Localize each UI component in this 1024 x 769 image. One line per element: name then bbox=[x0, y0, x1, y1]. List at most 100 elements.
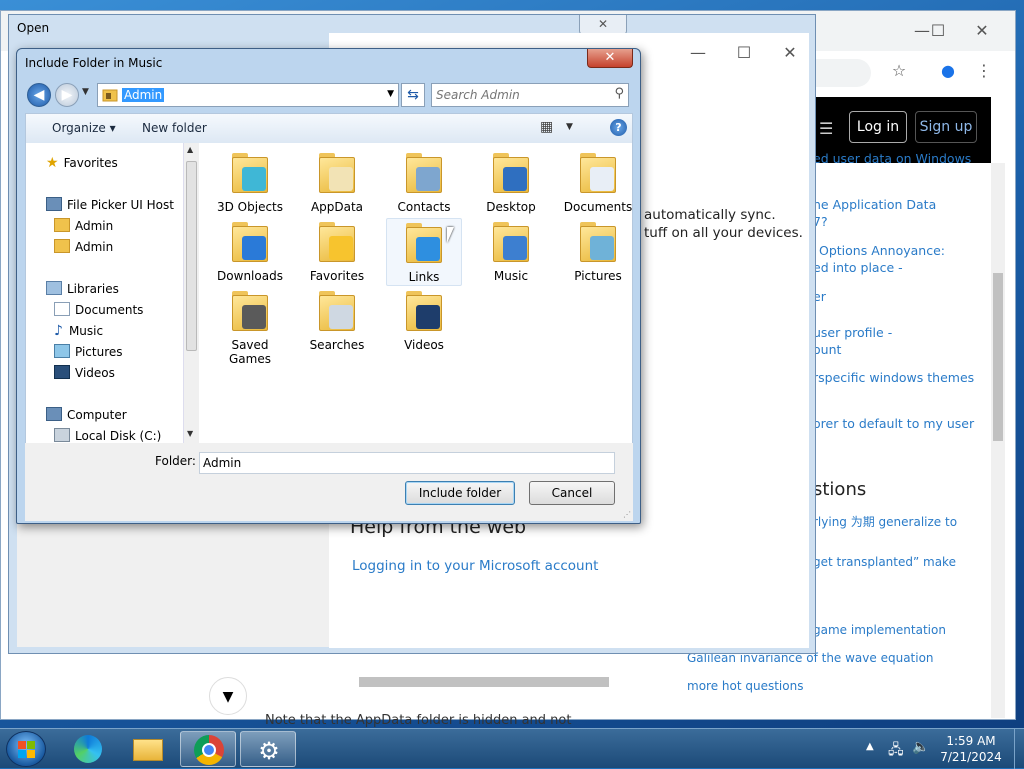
organize-button[interactable]: Organize ▾ bbox=[52, 121, 116, 135]
browser-close-button[interactable]: ✕ bbox=[965, 19, 999, 43]
maximize-icon[interactable]: ☐ bbox=[729, 43, 759, 62]
dialog-title: Include Folder in Music bbox=[25, 56, 163, 70]
signup-button[interactable]: Sign up bbox=[915, 111, 977, 143]
nav-item-libraries[interactable]: Libraries bbox=[46, 281, 119, 296]
address-path-field[interactable]: Admin ▼ bbox=[97, 83, 399, 107]
nav-item-admin[interactable]: Admin bbox=[54, 218, 113, 233]
folder-emblem bbox=[242, 305, 266, 329]
start-icon[interactable] bbox=[6, 731, 46, 767]
side-link[interactable]: user profile - bbox=[813, 325, 892, 340]
computer-icon bbox=[46, 407, 62, 421]
folder-item[interactable]: Desktop bbox=[473, 149, 549, 217]
bookmark-star-icon[interactable]: ☆ bbox=[887, 61, 911, 80]
hot-question-link[interactable]: get transplanted” make bbox=[813, 555, 956, 569]
cancel-button[interactable]: Cancel bbox=[529, 481, 615, 505]
edge-icon[interactable] bbox=[60, 731, 116, 767]
help-link[interactable]: Logging in to your Microsoft account bbox=[352, 558, 598, 574]
back-arrow-icon[interactable]: ◀ bbox=[27, 83, 51, 107]
minimize-icon[interactable]: — bbox=[683, 43, 713, 62]
resize-grip-icon[interactable]: ⋰ bbox=[623, 510, 631, 519]
profile-icon[interactable]: ● bbox=[936, 61, 960, 80]
nav-item-music[interactable]: ♪ Music bbox=[54, 323, 103, 339]
folder-item[interactable]: 3D Objects bbox=[212, 149, 288, 217]
folder-item[interactable]: Searches bbox=[299, 287, 375, 355]
scrollbar-thumb[interactable] bbox=[993, 273, 1003, 441]
network-icon[interactable]: 🖧 bbox=[888, 739, 904, 758]
new-folder-button[interactable]: New folder bbox=[142, 121, 207, 135]
scrollbar-thumb[interactable] bbox=[359, 677, 609, 687]
login-button[interactable]: Log in bbox=[849, 111, 907, 143]
nav-item-local-disk[interactable]: Local Disk (C:) bbox=[54, 428, 161, 443]
folder-label: 3D Objects bbox=[216, 200, 284, 214]
side-link[interactable]: rspecific windows themes bbox=[813, 370, 974, 385]
scroll-down-button[interactable]: ▼ bbox=[209, 677, 247, 715]
folder-item[interactable]: Pictures bbox=[560, 218, 636, 286]
code-horizontal-scrollbar[interactable] bbox=[267, 675, 627, 689]
folder-item[interactable]: Favorites bbox=[299, 218, 375, 286]
searches-folder-icon bbox=[315, 291, 359, 335]
file-explorer-icon[interactable] bbox=[120, 731, 176, 767]
show-hidden-icons-icon[interactable]: ▲ bbox=[866, 741, 874, 752]
folder-label: Favorites bbox=[309, 269, 365, 283]
folder-item[interactable]: Downloads bbox=[212, 218, 288, 286]
side-link[interactable]: Options Annoyance: bbox=[819, 243, 945, 258]
search-input[interactable] bbox=[436, 87, 601, 103]
nav-item-documents[interactable]: Documents bbox=[54, 302, 143, 317]
path-dropdown-chevron-icon[interactable]: ▼ bbox=[387, 89, 394, 99]
nav-item-file-picker-ui-host[interactable]: File Picker UI Host bbox=[46, 197, 174, 212]
folder-item[interactable]: AppData bbox=[299, 149, 375, 217]
side-link[interactable]: ed into place - bbox=[813, 260, 903, 275]
help-icon[interactable]: ? bbox=[610, 119, 627, 136]
open-dialog-close-button[interactable]: ✕ bbox=[579, 15, 627, 35]
folder-label: Searches bbox=[309, 338, 365, 352]
more-hot-questions-link[interactable]: more hot questions bbox=[687, 679, 803, 693]
navigation-scrollbar[interactable]: ▲ ▼ bbox=[183, 143, 199, 443]
nav-item-computer[interactable]: Computer bbox=[46, 407, 127, 422]
change-view-icon[interactable]: ▦ bbox=[540, 119, 553, 135]
side-link[interactable]: ed user data on Windows bbox=[813, 151, 971, 166]
folder-label: Desktop bbox=[486, 200, 536, 214]
forward-arrow-icon[interactable]: ▶ bbox=[55, 83, 79, 107]
downloads-folder-icon bbox=[228, 222, 272, 266]
system-clock[interactable]: 1:59 AM 7/21/2024 bbox=[936, 733, 1006, 765]
folder-item[interactable]: Saved Games bbox=[212, 287, 288, 366]
folder-item[interactable]: Music bbox=[473, 218, 549, 286]
browser-address-bar[interactable]: ☆ ● ⋮ bbox=[781, 55, 1015, 91]
view-options-chevron-icon[interactable]: ▼ bbox=[566, 122, 573, 132]
scroll-down-arrow-icon[interactable]: ▼ bbox=[187, 429, 193, 438]
folder-item[interactable]: Videos bbox=[386, 287, 462, 355]
settings-icon[interactable]: ⚙ bbox=[240, 731, 296, 767]
page-scrollbar[interactable] bbox=[991, 163, 1005, 718]
recent-locations-chevron-icon[interactable]: ▼ bbox=[82, 87, 89, 97]
videos-folder-icon bbox=[402, 291, 446, 335]
nav-item-favorites[interactable]: ★ Favorites bbox=[46, 155, 118, 171]
search-box[interactable]: ⚲ bbox=[431, 83, 629, 107]
close-icon[interactable]: ✕ bbox=[775, 43, 805, 62]
links-folder-icon bbox=[402, 223, 446, 267]
include-folder-button[interactable]: Include folder bbox=[405, 481, 515, 505]
hot-question-link[interactable]: game implementation bbox=[813, 623, 946, 637]
dialog-close-button[interactable]: ✕ bbox=[587, 49, 633, 68]
flag-red bbox=[18, 741, 26, 749]
nav-item-pictures[interactable]: Pictures bbox=[54, 344, 123, 359]
nav-item-admin[interactable]: Admin bbox=[54, 239, 113, 254]
refresh-icon[interactable]: ⇆ bbox=[401, 83, 425, 107]
scroll-up-arrow-icon[interactable]: ▲ bbox=[187, 145, 193, 154]
hamburger-menu-icon[interactable]: ☰ bbox=[819, 119, 833, 138]
browser-maximize-button[interactable]: ☐ bbox=[921, 19, 955, 43]
folder-name-field[interactable] bbox=[199, 452, 615, 474]
nav-item-videos[interactable]: Videos bbox=[54, 365, 115, 380]
chrome-icon[interactable] bbox=[180, 731, 236, 767]
side-link[interactable]: ount bbox=[813, 342, 841, 357]
search-icon[interactable]: ⚲ bbox=[614, 86, 624, 101]
volume-muted-icon[interactable]: 🔈 bbox=[912, 739, 929, 755]
menu-kebab-icon[interactable]: ⋮ bbox=[972, 61, 996, 80]
show-desktop-button[interactable] bbox=[1014, 729, 1024, 769]
side-link[interactable]: orer to default to my user bbox=[813, 416, 974, 431]
scrollbar-thumb[interactable] bbox=[186, 161, 197, 351]
side-link[interactable]: he Application Data bbox=[813, 197, 936, 212]
hot-question-link[interactable]: rlying 为期 generalize to bbox=[813, 513, 957, 530]
mouse-cursor-icon bbox=[447, 227, 461, 243]
folder-item[interactable]: Documents bbox=[560, 149, 636, 217]
folder-item[interactable]: Contacts bbox=[386, 149, 462, 217]
